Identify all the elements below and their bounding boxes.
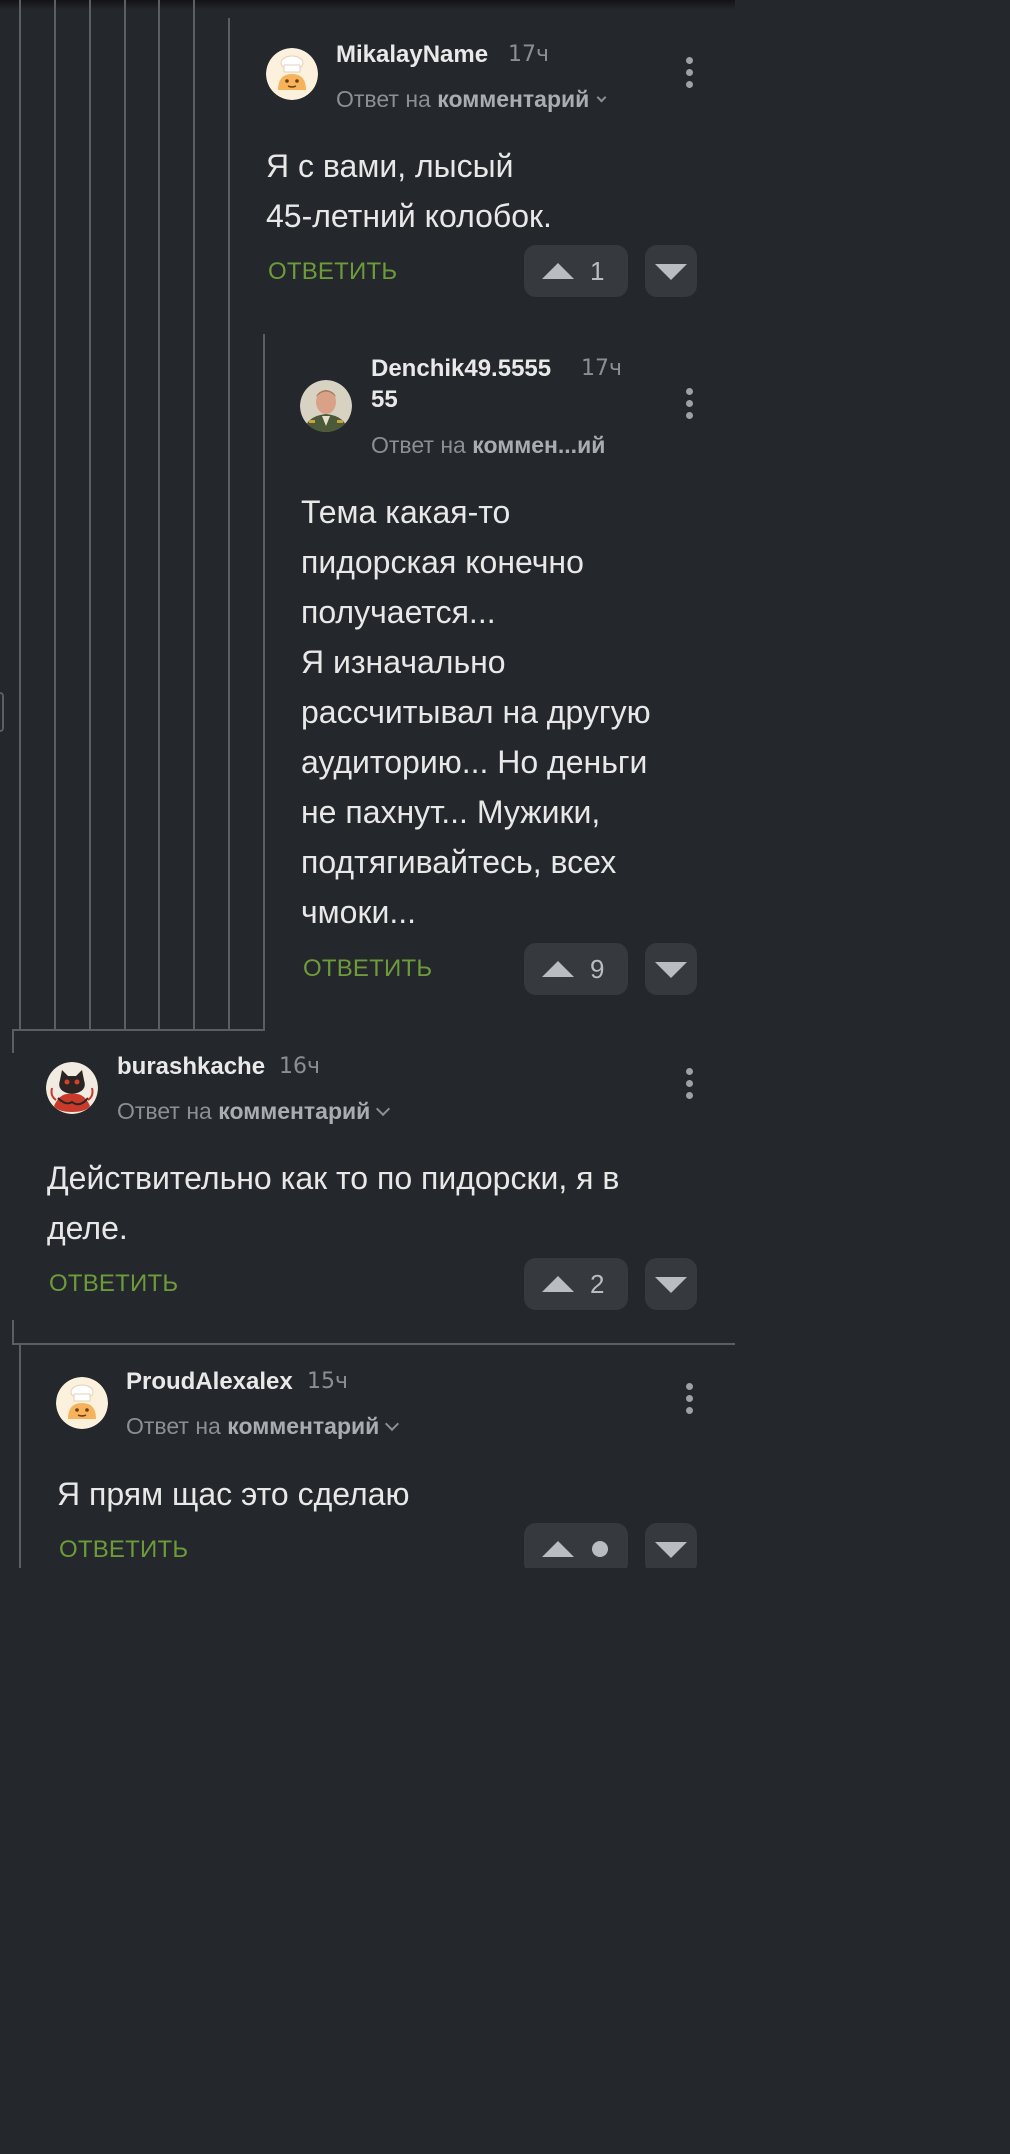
vote-count: 1	[590, 256, 605, 286]
chevron-down-icon	[596, 92, 607, 103]
more-options-icon[interactable]	[679, 1068, 699, 1104]
reply-button[interactable]: ОТВЕТИТЬ	[59, 1535, 188, 1565]
vote-hidden-dot-icon	[592, 1541, 608, 1557]
comment-time: 16ч	[279, 1054, 320, 1079]
username[interactable]: MikalayName	[336, 40, 488, 70]
arrow-down-icon	[655, 264, 687, 280]
comment-proudalexalex: ProudAlexalex 15ч Ответ на комментарий Я…	[0, 1355, 735, 1568]
chevron-down-icon	[376, 1101, 391, 1117]
chevron-down-icon	[385, 1416, 400, 1432]
more-options-icon[interactable]	[679, 388, 699, 424]
upvote-button[interactable]: 9	[524, 943, 628, 995]
comment-time: 15ч	[307, 1369, 348, 1394]
arrow-down-icon	[655, 1542, 687, 1558]
reply-to-link[interactable]: Ответ на комментарий	[117, 1096, 391, 1126]
reply-target: комментарий	[227, 1413, 380, 1439]
vote-count: 9	[590, 954, 605, 984]
cat-drawing-avatar[interactable]	[46, 1062, 98, 1114]
chef-avatar-icon[interactable]	[56, 1377, 108, 1429]
username[interactable]: burashkache	[117, 1052, 265, 1082]
arrow-up-icon	[542, 1276, 574, 1292]
comment-text: Действительно как то по пидорски, я в де…	[47, 1160, 620, 1246]
comment-denchik: Denchik49.5555 55 17ч Ответ на коммен...…	[0, 330, 735, 1010]
vote-count: 2	[590, 1269, 605, 1299]
reply-to-link[interactable]: Ответ на коммен...ий	[371, 430, 605, 460]
downvote-button[interactable]	[645, 1523, 697, 1568]
username[interactable]: Denchik49.5555 55	[371, 354, 551, 415]
more-options-icon[interactable]	[679, 1383, 699, 1419]
upvote-button[interactable]: 1	[524, 245, 628, 297]
downvote-button[interactable]	[645, 245, 697, 297]
username-line: Denchik49.5555	[371, 355, 552, 382]
reply-button[interactable]: ОТВЕТИТЬ	[303, 954, 432, 984]
comment-burashkache: burashkache 16ч Ответ на комментарий Дей…	[0, 1040, 735, 1340]
reply-target: комментарий	[218, 1098, 371, 1124]
reply-button[interactable]: ОТВЕТИТЬ	[268, 257, 397, 287]
comment-text: Я с вами, лысый 45-летний колобок.	[266, 148, 552, 234]
arrow-up-icon	[542, 1541, 574, 1557]
reply-to-link[interactable]: Ответ на комментарий	[336, 84, 607, 114]
arrow-up-icon	[542, 961, 574, 977]
more-options-icon[interactable]	[679, 57, 699, 93]
reply-target: комментарий	[437, 86, 590, 112]
comment-time: 17ч	[508, 42, 549, 67]
comment-thread-page: MikalayName 17ч Ответ на комментарий Я с…	[0, 0, 735, 1568]
user-photo-avatar[interactable]	[300, 380, 352, 432]
reply-prefix: Ответ на	[117, 1098, 212, 1124]
upvote-button[interactable]	[524, 1523, 628, 1568]
reply-prefix: Ответ на	[336, 86, 431, 112]
username-line: 55	[371, 386, 398, 413]
reply-prefix: Ответ на	[126, 1413, 221, 1439]
comment-time: 17ч	[581, 356, 622, 381]
downvote-button[interactable]	[645, 1258, 697, 1310]
thread-branch-line	[12, 1343, 735, 1345]
arrow-down-icon	[655, 962, 687, 978]
upvote-button[interactable]: 2	[524, 1258, 628, 1310]
comment-mikalayname: MikalayName 17ч Ответ на комментарий Я с…	[0, 0, 735, 320]
reply-button[interactable]: ОТВЕТИТЬ	[49, 1269, 178, 1299]
chef-avatar-icon[interactable]	[266, 48, 318, 100]
arrow-down-icon	[655, 1277, 687, 1293]
username[interactable]: ProudAlexalex	[126, 1367, 293, 1397]
reply-target: коммен...ий	[472, 432, 606, 458]
arrow-up-icon	[542, 263, 574, 279]
reply-to-link[interactable]: Ответ на комментарий	[126, 1411, 400, 1441]
comment-text: Я прям щас это сделаю	[57, 1476, 410, 1512]
downvote-button[interactable]	[645, 943, 697, 995]
reply-prefix: Ответ на	[371, 432, 466, 458]
thread-branch-line	[12, 1029, 265, 1031]
comment-text: Тема какая-то пидорская конечно получает…	[301, 494, 651, 930]
